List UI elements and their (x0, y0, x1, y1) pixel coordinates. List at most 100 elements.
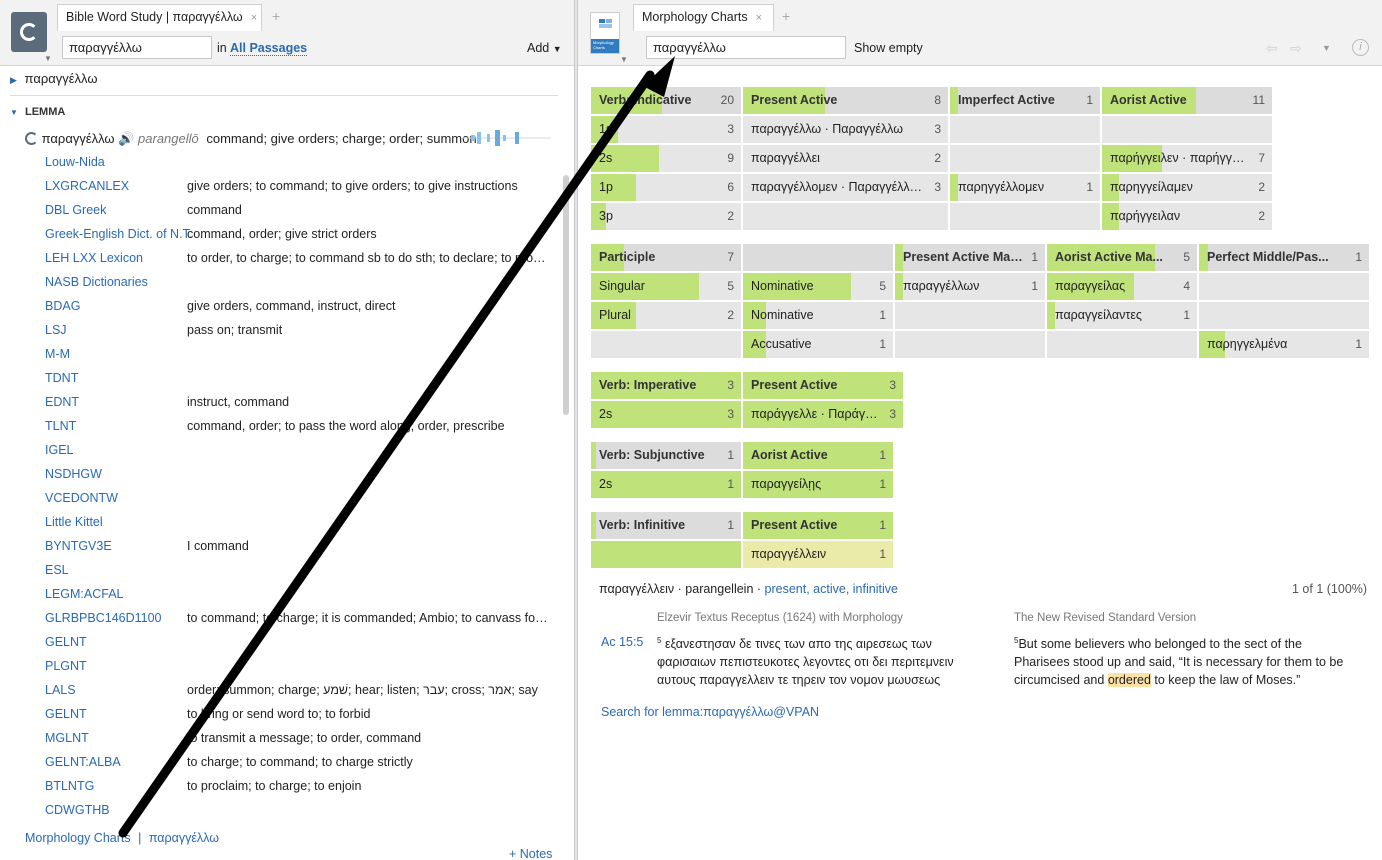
chart-cell[interactable]: παράγγελλε · Παράγγελλε 3 (743, 401, 903, 428)
app-menu-caret-icon[interactable]: ▼ (44, 54, 52, 63)
word-search-input[interactable]: παραγγέλλω (62, 36, 212, 59)
left-scrollbar[interactable] (563, 175, 569, 415)
selected-parsing-link[interactable]: present, active, infinitive (765, 582, 898, 596)
info-icon[interactable]: i (1352, 39, 1369, 56)
lexicon-name-link[interactable]: BTLNTG (45, 779, 94, 793)
lemma-word[interactable]: παραγγέλλω (42, 131, 115, 146)
add-notes-button[interactable]: + Notes (509, 847, 552, 860)
lexicon-name-link[interactable]: Little Kittel (45, 515, 103, 529)
chart-cell[interactable]: παραγγέλλω · Παραγγέλλω 3 (743, 116, 948, 143)
chart-cell[interactable]: Singular 5 (591, 273, 741, 300)
chart-cell[interactable]: 3p 2 (591, 203, 741, 230)
lemma-section-header[interactable]: ▼ LEMMA (10, 106, 65, 118)
tab-morphology-charts[interactable]: Morphology Charts × (633, 4, 774, 31)
chart-header-cell[interactable]: Imperfect Active 1 (950, 87, 1100, 114)
forward-arrow-icon[interactable]: ⇨ (1290, 40, 1302, 57)
lemma-entry[interactable]: παραγγέλλω 🔊 parangellō command; give or… (25, 131, 477, 147)
chart-header-cell[interactable]: Present Active Mas... 1 (895, 244, 1045, 271)
chart-header-cell[interactable]: Present Active 8 (743, 87, 948, 114)
chart-cell[interactable]: Nominative 1 (743, 302, 893, 329)
chart-cell[interactable]: παρηγγελμένα 1 (1199, 331, 1369, 358)
chart-header-cell[interactable]: Aorist Active Ma... 5 (1047, 244, 1197, 271)
lexicon-name-link[interactable]: GELNT (45, 707, 87, 721)
lexicon-name-link[interactable]: GELNT (45, 635, 87, 649)
chart-cell[interactable]: 1s 3 (591, 116, 741, 143)
show-empty-toggle[interactable]: Show empty (854, 41, 923, 55)
lexicon-name-link[interactable]: LEGM:ACFAL (45, 587, 124, 601)
chart-cell[interactable]: παραγγέλλει 2 (743, 145, 948, 172)
collapse-triangle-icon[interactable]: ▼ (10, 108, 18, 117)
chart-cell[interactable]: παραγγείλας 4 (1047, 273, 1197, 300)
lexicon-name-link[interactable]: LALS (45, 683, 76, 697)
lexicon-name-link[interactable]: LXGRCANLEX (45, 179, 129, 193)
expand-triangle-icon[interactable]: ▶ (10, 75, 17, 85)
chart-header-cell[interactable]: Verb: Infinitive 1 (591, 512, 741, 539)
chart-cell[interactable] (591, 541, 741, 568)
morphology-search-input[interactable]: παραγγέλλω (646, 36, 846, 59)
lexicon-name-link[interactable]: EDNT (45, 395, 79, 409)
tab-bible-word-study[interactable]: Bible Word Study | παραγγέλλω × (57, 4, 262, 31)
chart-cell[interactable]: παραγγέλλειν 1 (743, 541, 893, 568)
chart-header-cell[interactable]: Aorist Active 1 (743, 442, 893, 469)
footer-morphology-link[interactable]: Morphology Charts (25, 831, 131, 845)
lexicon-name-link[interactable]: GLRBPBC146D1100 (45, 611, 162, 625)
back-arrow-icon[interactable]: ⇦ (1266, 40, 1278, 57)
lexicon-name-link[interactable]: Louw-Nida (45, 155, 105, 169)
lexicon-name-link[interactable]: DBL Greek (45, 203, 106, 217)
lexicon-name-link[interactable]: BDAG (45, 299, 80, 313)
footer-word-link[interactable]: παραγγέλλω (149, 831, 219, 845)
chart-cell[interactable]: παρήγγειλαν 2 (1102, 203, 1272, 230)
lexicon-name-link[interactable]: CDWGTHB (45, 803, 110, 817)
word-section-header[interactable]: ▶ παραγγέλλω (10, 71, 572, 97)
chart-cell[interactable]: Accusative 1 (743, 331, 893, 358)
logos-app-icon[interactable] (11, 12, 47, 52)
morphology-charts-app-icon[interactable]: Morphology Charts (590, 12, 620, 54)
chart-cell[interactable]: παρηγγείλαμεν 2 (1102, 174, 1272, 201)
chart-header-cell[interactable]: Verb: Indicative 20 (591, 87, 741, 114)
pronunciation-waveform-icon[interactable] (463, 127, 551, 149)
chart-header-cell[interactable]: Perfect Middle/Pas... 1 (1199, 244, 1369, 271)
new-tab-icon[interactable]: + (782, 8, 790, 24)
chart-header-cell[interactable]: Present Active 1 (743, 512, 893, 539)
tab-close-icon[interactable]: × (756, 12, 762, 24)
chart-cell[interactable]: παραγγέλλομεν · Παραγγέλλομεν 3 (743, 174, 948, 201)
chart-cell[interactable]: παραγγέλλων 1 (895, 273, 1045, 300)
chart-cell[interactable]: 1p 6 (591, 174, 741, 201)
chart-cell[interactable]: Plural 2 (591, 302, 741, 329)
chart-cell[interactable]: 2s 3 (591, 401, 741, 428)
chart-cell[interactable]: παραγγείλαντες 1 (1047, 302, 1197, 329)
lexicon-name-link[interactable]: VCEDONTW (45, 491, 118, 505)
chart-header-cell[interactable]: Aorist Active 11 (1102, 87, 1272, 114)
chart-header-cell[interactable]: Present Active 3 (743, 372, 903, 399)
chart-header-cell[interactable]: Verb: Subjunctive 1 (591, 442, 741, 469)
lexicon-name-link[interactable]: NSDHGW (45, 467, 102, 481)
verse-reference-link[interactable]: Ac 15:5 (601, 635, 643, 649)
lexicon-name-link[interactable]: LSJ (45, 323, 67, 337)
add-menu-button[interactable]: Add ▼ (527, 41, 562, 55)
lexicon-name-link[interactable]: TLNT (45, 419, 76, 433)
lexicon-name-link[interactable]: MGLNT (45, 731, 89, 745)
lexicon-name-link[interactable]: GELNT:ALBA (45, 755, 121, 769)
lexicon-name-link[interactable]: Greek-English Dict. of N.T. (45, 227, 192, 241)
lexicon-name-link[interactable]: NASB Dictionaries (45, 275, 148, 289)
chart-cell[interactable]: Nominative 5 (743, 273, 893, 300)
lexicon-name-link[interactable]: ESL (45, 563, 69, 577)
lexicon-name-link[interactable]: LEH LXX Lexicon (45, 251, 143, 265)
lexicon-name-link[interactable]: TDNT (45, 371, 78, 385)
chart-cell[interactable]: 2s 1 (591, 471, 741, 498)
search-lemma-link[interactable]: Search for lemma:παραγγέλλω@VPAN (601, 705, 819, 719)
lexicon-name-link[interactable]: M-M (45, 347, 70, 361)
chart-cell[interactable]: παραγγείλῃς 1 (743, 471, 893, 498)
chart-header-cell[interactable]: Verb: Imperative 3 (591, 372, 741, 399)
highlighted-word[interactable]: ordered (1107, 673, 1151, 688)
lexicon-name-link[interactable]: IGEL (45, 443, 74, 457)
history-caret-icon[interactable]: ▼ (1322, 43, 1331, 53)
tab-close-icon[interactable]: × (251, 12, 257, 24)
audio-speaker-icon[interactable]: 🔊 (118, 131, 134, 146)
chart-header-cell[interactable]: Participle 7 (591, 244, 741, 271)
new-tab-icon[interactable]: + (272, 8, 280, 24)
chart-cell[interactable]: 2s 9 (591, 145, 741, 172)
passage-range-dropdown[interactable]: All Passages (230, 41, 308, 56)
panel-menu-caret-icon[interactable]: ▼ (620, 55, 628, 64)
lexicon-name-link[interactable]: BYNTGV3E (45, 539, 112, 553)
